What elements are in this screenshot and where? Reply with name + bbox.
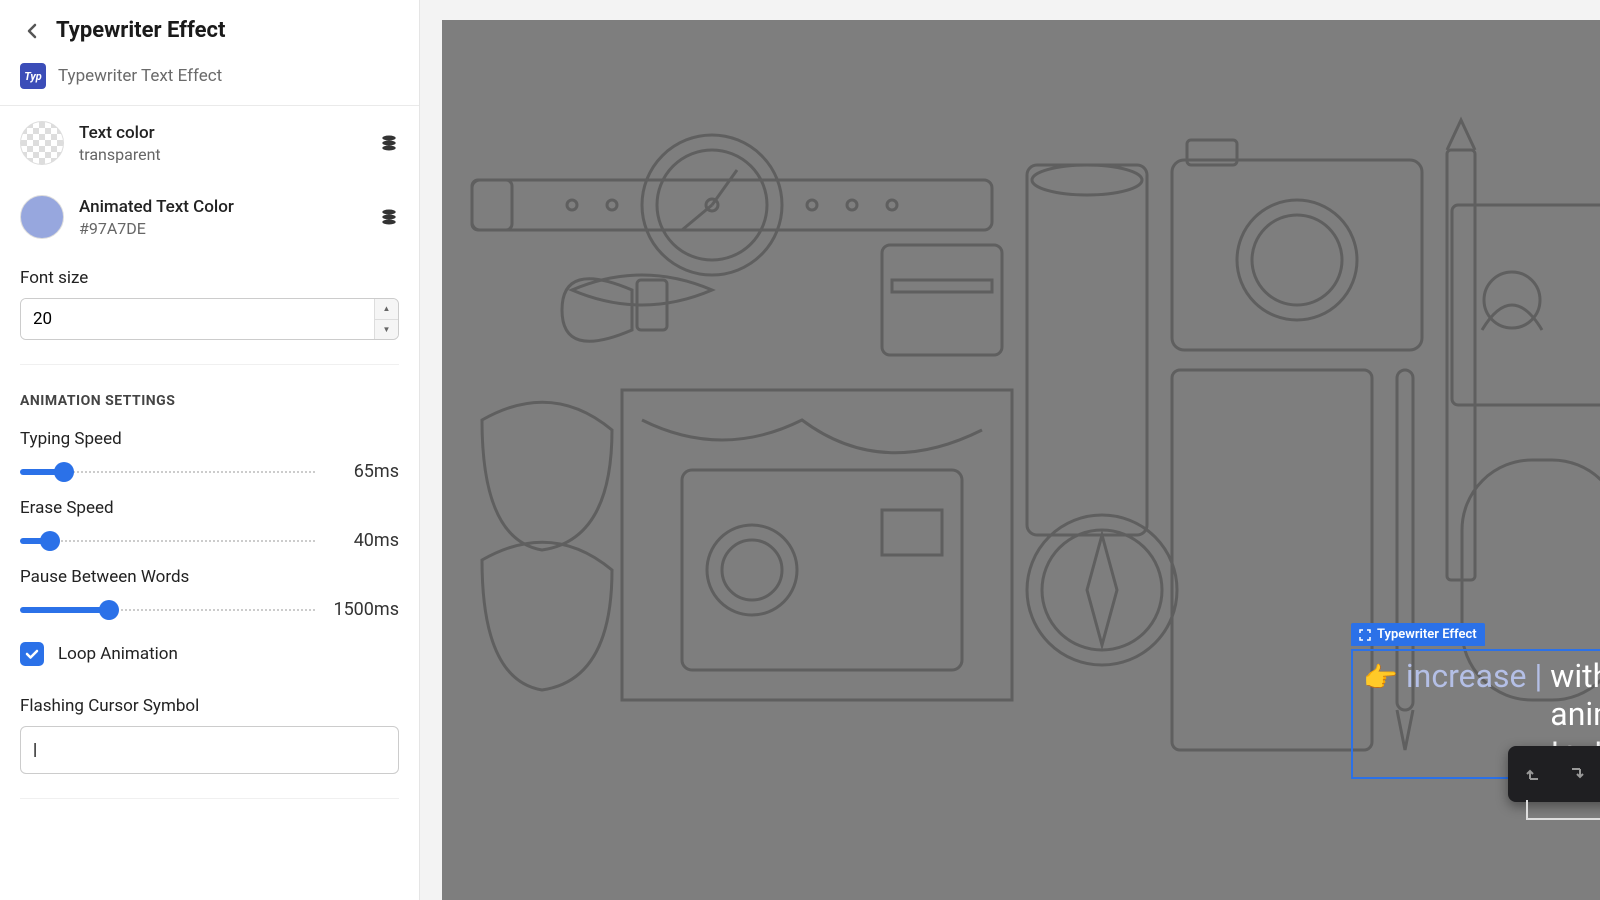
- erase-speed-value: 40ms: [327, 530, 399, 551]
- text-color-row[interactable]: Text color transparent: [0, 106, 419, 180]
- back-button[interactable]: [20, 19, 44, 43]
- erase-speed-row: Erase Speed 40ms: [0, 488, 419, 557]
- loop-label: Loop Animation: [58, 644, 178, 664]
- pause-row: Pause Between Words 1500ms: [0, 557, 419, 626]
- animated-color-info: Animated Text Color #97A7DE: [79, 197, 364, 238]
- animated-color-swatch[interactable]: [20, 195, 64, 239]
- loop-checkbox[interactable]: [20, 642, 44, 666]
- expand-icon: [1359, 629, 1371, 641]
- typed-text: increase: [1406, 657, 1527, 695]
- erase-speed-label: Erase Speed: [20, 498, 399, 518]
- move-up-icon: [1524, 765, 1542, 783]
- selection-badge[interactable]: Typewriter Effect: [1351, 623, 1485, 646]
- text-color-value: transparent: [79, 145, 364, 164]
- header: Typewriter Effect: [0, 0, 419, 57]
- step-down-button[interactable]: ▼: [375, 320, 398, 340]
- step-up-button[interactable]: ▲: [375, 299, 398, 320]
- move-up-button[interactable]: [1512, 756, 1554, 792]
- cursor-symbol-input[interactable]: [20, 726, 399, 774]
- divider: [20, 798, 399, 799]
- stepper-buttons: ▲ ▼: [374, 299, 398, 339]
- typing-speed-label: Typing Speed: [20, 429, 399, 449]
- typing-speed-row: Typing Speed 65ms: [0, 419, 419, 488]
- move-down-button[interactable]: [1556, 756, 1598, 792]
- pause-value: 1500ms: [327, 599, 399, 620]
- selection-badge-label: Typewriter Effect: [1377, 627, 1477, 642]
- emoji-icon: 👉: [1363, 661, 1398, 694]
- subheader: Typ Typewriter Text Effect: [0, 57, 419, 105]
- font-size-section: Font size ▲ ▼: [0, 254, 419, 354]
- hero-section[interactable]: Typewriter Effect 👉 increase| with anima…: [442, 20, 1600, 900]
- animated-color-label: Animated Text Color: [79, 197, 364, 217]
- layers-icon[interactable]: [379, 207, 399, 227]
- text-color-swatch[interactable]: [20, 121, 64, 165]
- canvas-area[interactable]: Typewriter Effect 👉 increase| with anima…: [420, 0, 1600, 900]
- element-toolbar: [1508, 746, 1600, 802]
- chevron-left-icon: [27, 23, 37, 39]
- animated-color-value: #97A7DE: [79, 219, 364, 238]
- font-size-stepper[interactable]: ▲ ▼: [20, 298, 399, 340]
- pause-label: Pause Between Words: [20, 567, 399, 587]
- page-title: Typewriter Effect: [56, 18, 225, 43]
- divider: [20, 364, 399, 365]
- text-color-label: Text color: [79, 123, 364, 143]
- cursor-char: |: [1534, 657, 1542, 695]
- font-size-label: Font size: [20, 268, 399, 288]
- animation-settings-heading: ANIMATION SETTINGS: [0, 375, 419, 419]
- typing-speed-slider[interactable]: [20, 462, 315, 482]
- app-icon: Typ: [20, 63, 46, 89]
- erase-speed-slider[interactable]: [20, 531, 315, 551]
- move-down-icon: [1568, 765, 1586, 783]
- layers-icon[interactable]: [379, 133, 399, 153]
- pause-slider[interactable]: [20, 600, 315, 620]
- typing-speed-value: 65ms: [327, 461, 399, 482]
- font-size-input[interactable]: [21, 299, 374, 339]
- app-subtitle: Typewriter Text Effect: [58, 66, 222, 86]
- cursor-symbol-section: Flashing Cursor Symbol: [0, 682, 419, 788]
- check-icon: [25, 647, 39, 661]
- settings-sidebar: Typewriter Effect Typ Typewriter Text Ef…: [0, 0, 420, 900]
- loop-row[interactable]: Loop Animation: [0, 626, 419, 682]
- secondary-selection-outline: [1526, 800, 1600, 820]
- animated-color-row[interactable]: Animated Text Color #97A7DE: [0, 180, 419, 254]
- text-color-info: Text color transparent: [79, 123, 364, 164]
- cursor-symbol-label: Flashing Cursor Symbol: [20, 696, 399, 716]
